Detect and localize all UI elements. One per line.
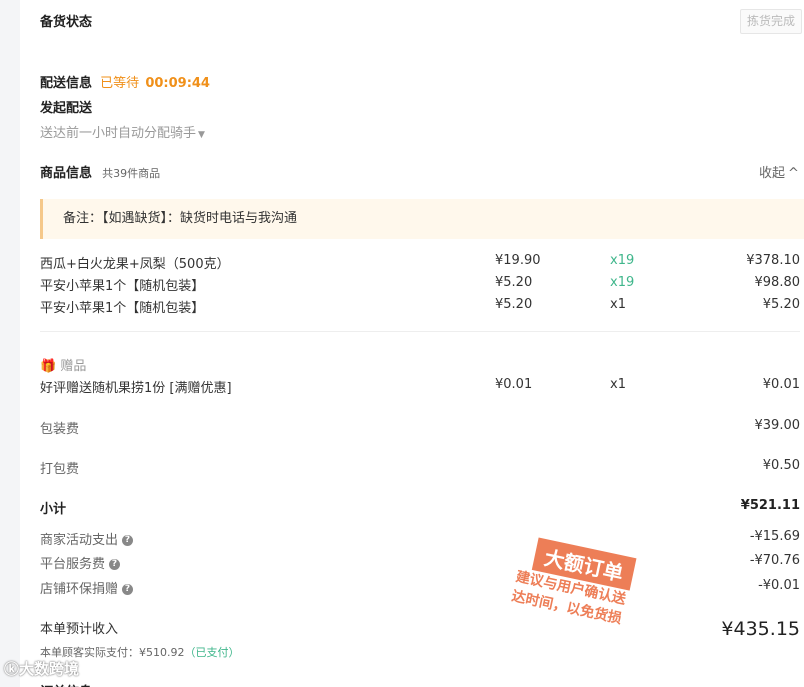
- pick-complete-button[interactable]: 拣货完成: [740, 9, 802, 34]
- products-title: 商品信息: [40, 166, 93, 181]
- gift-label: 🎁 赠品: [40, 355, 86, 374]
- product-price: ¥19.90: [495, 253, 541, 268]
- product-total: ¥98.80: [754, 275, 801, 290]
- product-total: ¥378.10: [746, 253, 800, 268]
- packing-fee-label: 打包费: [40, 462, 80, 477]
- next-section-title: 订单信息: [40, 681, 92, 687]
- activity-expense-value: -¥15.69: [749, 529, 800, 544]
- product-price: ¥5.20: [495, 297, 533, 312]
- dispatch-select-value: 送达前一小时自动分配骑手: [40, 126, 197, 141]
- collapse-toggle[interactable]: 收起 ^: [759, 162, 799, 181]
- collapse-label: 收起: [759, 166, 786, 181]
- product-total: ¥5.20: [762, 297, 800, 312]
- products-count: 共39件商品: [102, 167, 161, 180]
- dispatch-select[interactable]: 送达前一小时自动分配骑手 ▼: [40, 122, 205, 141]
- platform-fee-value: -¥70.76: [749, 553, 800, 568]
- gift-label-text: 赠品: [60, 359, 87, 374]
- activity-expense-label: 商家活动支出: [40, 533, 119, 548]
- product-name: 西瓜+白火龙果+凤梨（500克）: [40, 257, 230, 272]
- stock-status-title: 备货状态: [40, 15, 93, 30]
- gift-total: ¥0.01: [762, 377, 800, 392]
- income-label: 本单预计收入: [40, 622, 119, 637]
- platform-fee-label: 平台服务费: [40, 557, 106, 572]
- gift-name: 好评赠送随机果捞1份 [满赠优惠]: [40, 381, 232, 396]
- packaging-fee-value: ¥39.00: [754, 418, 801, 433]
- help-icon[interactable]: ?: [109, 559, 121, 570]
- platform-fee: 平台服务费?: [40, 553, 121, 572]
- subtotal-value: ¥521.11: [740, 498, 800, 513]
- order-detail-card: 备货状态 拣货完成 配送信息 已等待 00:09:44 发起配送 送达前一小时自…: [20, 0, 804, 687]
- paid-status: （已支付）: [184, 646, 240, 659]
- activity-expense: 商家活动支出?: [40, 529, 134, 548]
- watermark: ⓚ大数跨境: [4, 658, 79, 679]
- gift-icon: 🎁: [40, 359, 57, 374]
- watermark-logo-icon: ⓚ: [4, 660, 20, 678]
- product-name: 平安小苹果1个【随机包装】: [40, 279, 205, 294]
- delivery-info: 配送信息 已等待 00:09:44: [40, 72, 210, 91]
- gift-qty: x1: [610, 377, 626, 392]
- subtotal-label: 小计: [40, 502, 67, 517]
- dispatch-title: 发起配送: [40, 101, 93, 116]
- product-qty: x19: [610, 253, 635, 268]
- eco-donation-value: -¥0.01: [758, 578, 800, 593]
- gift-price: ¥0.01: [495, 377, 533, 392]
- packing-fee-value: ¥0.50: [762, 458, 800, 473]
- eco-donation-label: 店铺环保捐赠: [40, 582, 119, 597]
- divider: [40, 331, 800, 332]
- watermark-text: 大数跨境: [19, 660, 80, 678]
- eco-donation: 店铺环保捐赠?: [40, 578, 134, 597]
- packaging-fee-label: 包装费: [40, 422, 80, 437]
- chevron-up-icon: ^: [788, 166, 799, 181]
- product-name: 平安小苹果1个【随机包装】: [40, 301, 205, 316]
- help-icon[interactable]: ?: [122, 584, 134, 595]
- waiting-status: 已等待: [100, 76, 140, 91]
- order-note: 备注：【如遇缺货】：缺货时电话与我沟通: [40, 199, 804, 239]
- product-price: ¥5.20: [495, 275, 533, 290]
- products-header: 商品信息 共39件商品: [40, 162, 160, 181]
- delivery-info-label: 配送信息: [40, 76, 93, 91]
- waiting-timer: 00:09:44: [145, 76, 210, 91]
- income-value: ¥435.15: [721, 618, 800, 640]
- product-qty: x19: [610, 275, 635, 290]
- caret-down-icon: ▼: [198, 130, 205, 140]
- product-qty: x1: [610, 297, 626, 312]
- help-icon[interactable]: ?: [122, 535, 134, 546]
